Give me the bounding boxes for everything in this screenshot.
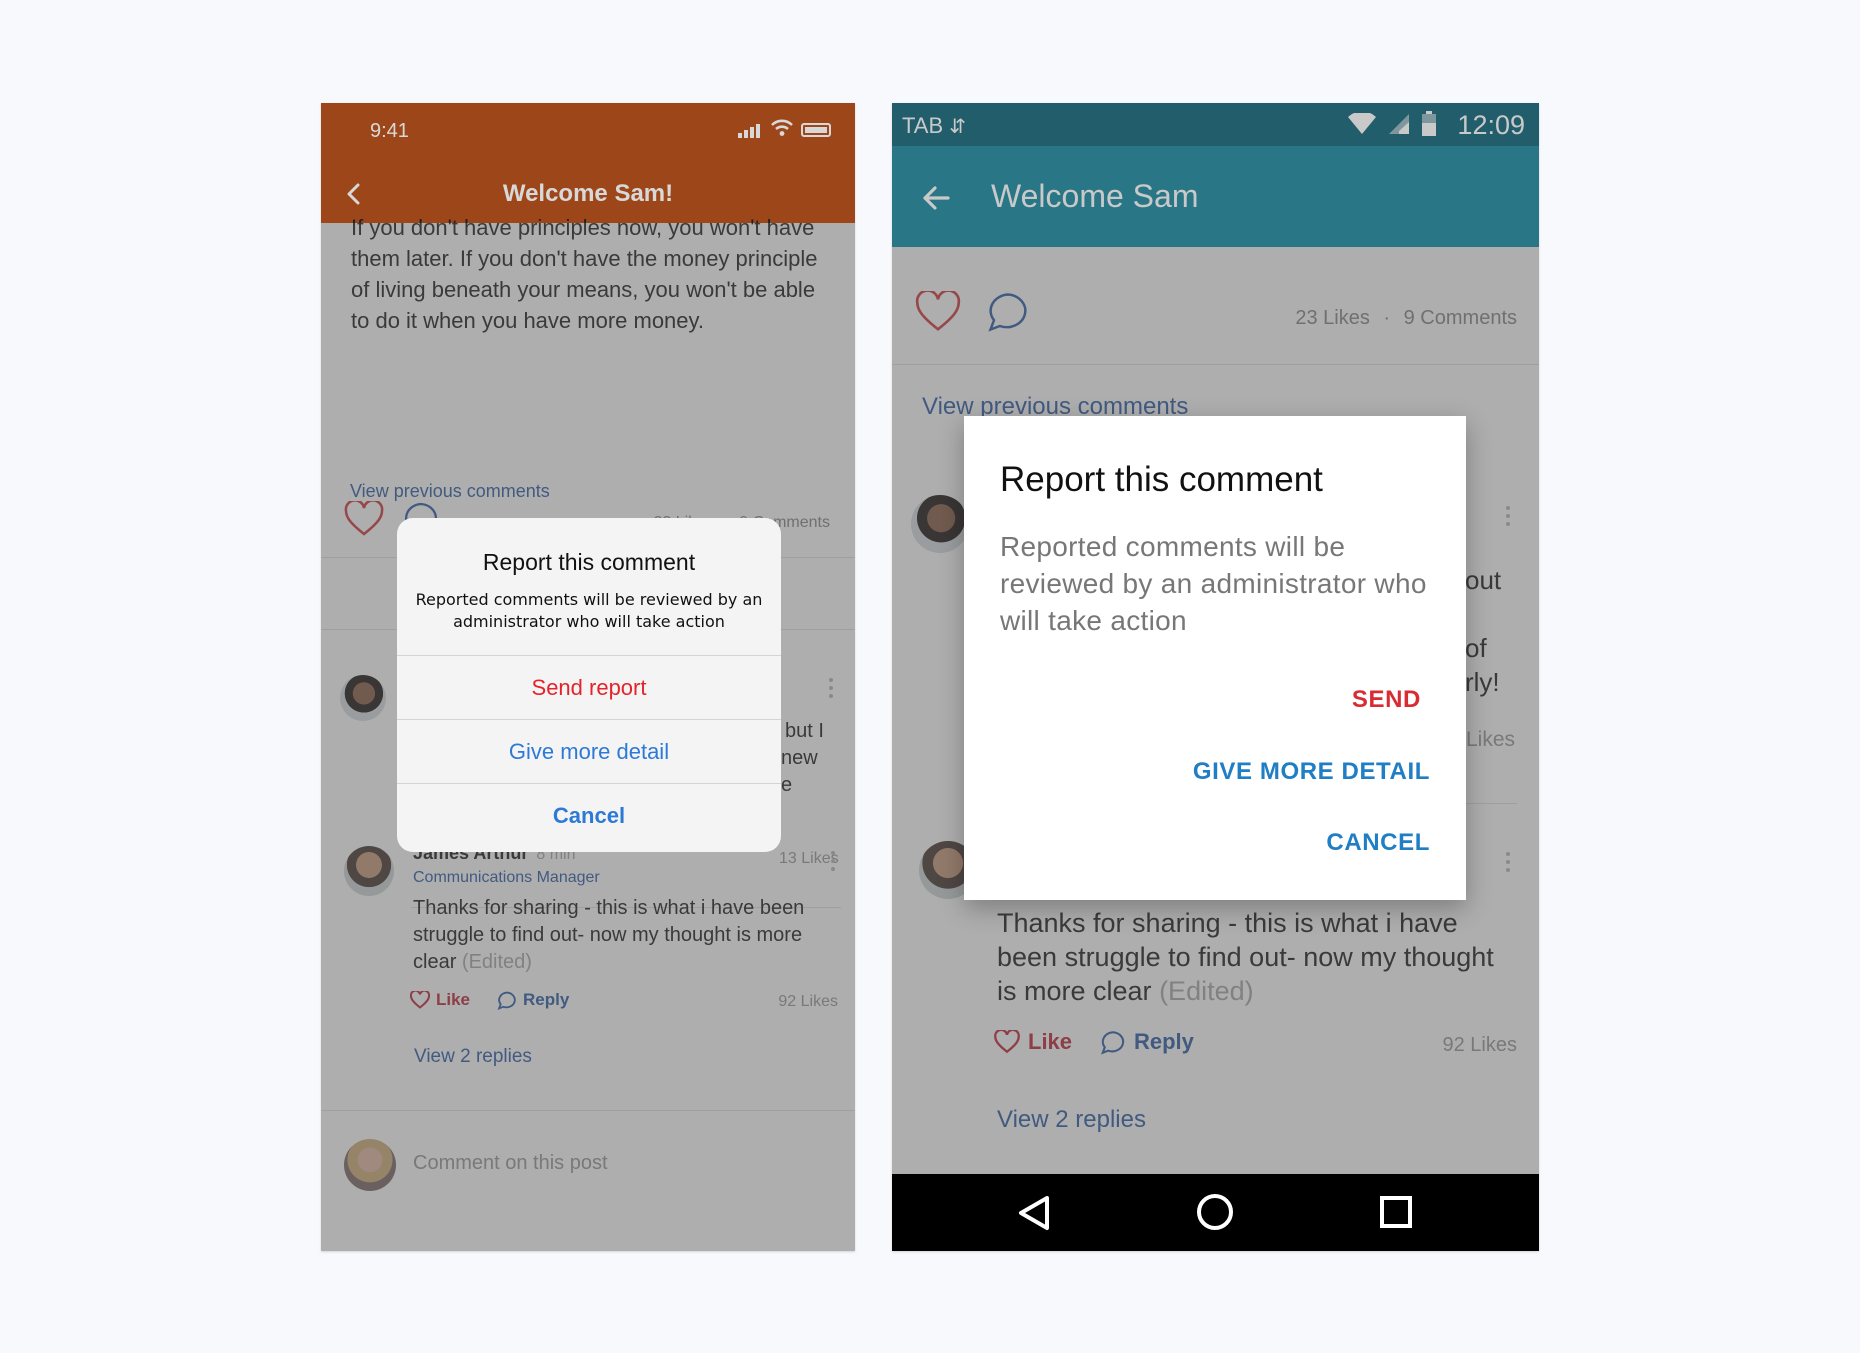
android-screen: TAB ⇵ 12:09 Welcome Sam 23 Likes · 9 Com… (892, 103, 1539, 1251)
cancel-button[interactable]: Cancel (397, 783, 781, 847)
nav-back-icon[interactable] (1017, 1195, 1051, 1231)
report-alert: Report this comment Reported comments wi… (397, 518, 781, 852)
send-button[interactable]: SEND (1352, 686, 1421, 714)
dialog-title: Report this comment (1000, 460, 1323, 499)
dialog-message: Reported comments will be reviewed by an… (1000, 531, 1427, 636)
alert-message: Reported comments will be reviewed by an… (415, 590, 763, 631)
cancel-button[interactable]: CANCEL (1326, 829, 1430, 857)
overlay (321, 103, 855, 223)
ios-screen: 9:41 Welcome Sam! If you don't have prin… (321, 103, 855, 1251)
nav-home-icon[interactable] (1197, 1194, 1233, 1230)
give-more-detail-button[interactable]: GIVE MORE DETAIL (1193, 758, 1430, 786)
nav-recents-icon[interactable] (1380, 1196, 1412, 1228)
send-report-button[interactable]: Send report (397, 655, 781, 719)
alert-title: Report this comment (482, 549, 696, 575)
navigation-bar (892, 1174, 1539, 1251)
report-dialog: Report this comment Reported comments wi… (964, 416, 1466, 900)
overlay (892, 103, 1539, 247)
give-more-detail-button[interactable]: Give more detail (397, 719, 781, 783)
